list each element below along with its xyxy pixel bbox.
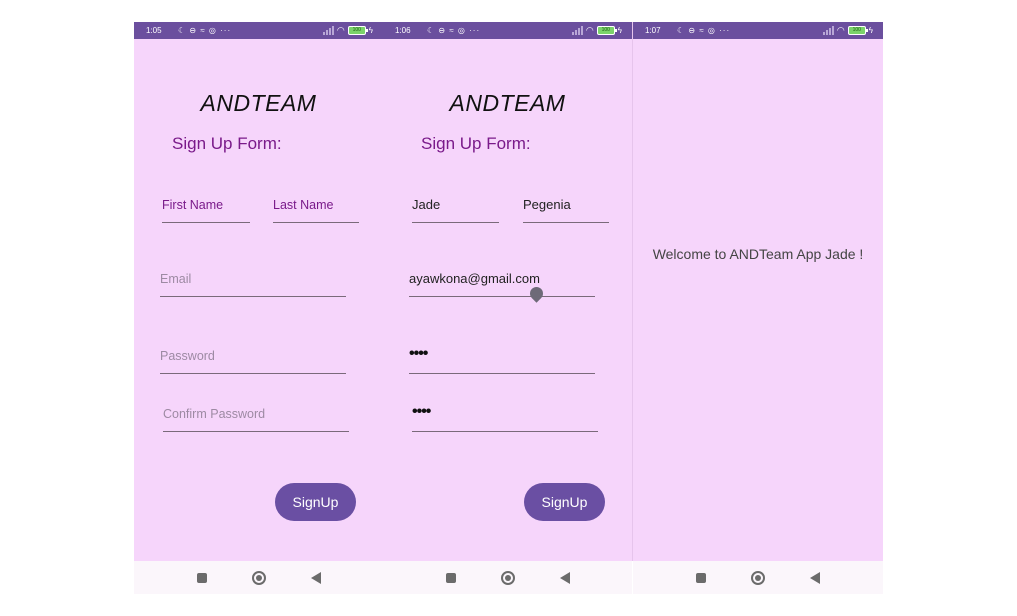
email-value: ayawkona@gmail.com xyxy=(409,271,540,286)
wifi-icon: ◠ xyxy=(585,25,594,35)
home-icon[interactable] xyxy=(252,571,266,585)
confirm-password-field[interactable]: •••• xyxy=(412,398,598,432)
status-bar: 1:06 ☾ ⊖ ≈ ◎ ··· ◠ 100 ϟ xyxy=(383,22,632,39)
first-name-field[interactable]: Jade xyxy=(412,190,499,223)
confirm-password-value: •••• xyxy=(412,403,431,420)
status-time: 1:07 xyxy=(645,26,661,35)
last-name-field[interactable]: Last Name xyxy=(273,190,359,223)
charging-icon: ϟ xyxy=(868,26,873,35)
battery-icon: 100 xyxy=(347,26,368,35)
phone-screen-signup-empty: 1:05 ☾ ⊖ ≈ ◎ ··· ◠ 100 ϟ ANDTEAM Sign Up… xyxy=(134,22,383,594)
notification-icons: ☾ ⊖ ≈ ◎ ··· xyxy=(677,26,731,35)
back-icon[interactable] xyxy=(560,572,570,584)
status-bar: 1:05 ☾ ⊖ ≈ ◎ ··· ◠ 100 ϟ xyxy=(134,22,383,39)
email-field[interactable]: Email xyxy=(160,262,346,297)
password-field[interactable]: •••• xyxy=(409,340,595,374)
notification-icons: ☾ ⊖ ≈ ◎ ··· xyxy=(427,26,481,35)
phone-screen-signup-filled: 1:06 ☾ ⊖ ≈ ◎ ··· ◠ 100 ϟ ANDTEAM Sign Up… xyxy=(383,22,632,594)
notification-icons: ☾ ⊖ ≈ ◎ ··· xyxy=(178,26,232,35)
recents-icon[interactable] xyxy=(696,573,706,583)
first-name-field[interactable]: First Name xyxy=(162,190,250,223)
status-right-group: ◠ 100 ϟ xyxy=(822,22,873,39)
back-icon[interactable] xyxy=(311,572,321,584)
email-hint: Email xyxy=(160,272,192,286)
charging-icon: ϟ xyxy=(368,26,373,35)
app-title: ANDTEAM xyxy=(449,90,566,116)
email-field[interactable]: ayawkona@gmail.com xyxy=(409,262,595,297)
confirm-password-field[interactable]: Confirm Password xyxy=(163,398,349,432)
phone-screen-welcome: 1:07 ☾ ⊖ ≈ ◎ ··· ◠ 100 ϟ Welcome to ANDT… xyxy=(633,22,883,594)
battery-icon: 100 xyxy=(596,26,617,35)
first-name-hint: First Name xyxy=(162,198,224,212)
recents-icon[interactable] xyxy=(446,573,456,583)
navigation-bar xyxy=(633,561,883,594)
signal-icon xyxy=(571,26,583,35)
last-name-field[interactable]: Pegenia xyxy=(523,190,609,223)
status-time: 1:05 xyxy=(146,26,162,35)
recents-icon[interactable] xyxy=(197,573,207,583)
navigation-bar xyxy=(383,561,632,594)
password-field[interactable]: Password xyxy=(160,340,346,374)
signal-icon xyxy=(322,26,334,35)
form-title: Sign Up Form: xyxy=(172,134,282,153)
battery-icon: 100 xyxy=(847,26,868,35)
app-title: ANDTEAM xyxy=(200,90,317,116)
password-value: •••• xyxy=(409,345,428,362)
last-name-value: Pegenia xyxy=(523,197,571,212)
signup-button[interactable]: SignUp xyxy=(524,483,605,521)
status-right-group: ◠ 100 ϟ xyxy=(322,22,373,39)
signal-icon xyxy=(822,26,834,35)
status-bar: 1:07 ☾ ⊖ ≈ ◎ ··· ◠ 100 ϟ xyxy=(633,22,883,39)
home-icon[interactable] xyxy=(501,571,515,585)
wifi-icon: ◠ xyxy=(336,25,345,35)
form-title: Sign Up Form: xyxy=(421,134,531,153)
status-right-group: ◠ 100 ϟ xyxy=(571,22,622,39)
status-time: 1:06 xyxy=(395,26,411,35)
password-hint: Password xyxy=(160,349,215,363)
back-icon[interactable] xyxy=(810,572,820,584)
confirm-password-hint: Confirm Password xyxy=(163,407,266,421)
home-icon[interactable] xyxy=(751,571,765,585)
last-name-hint: Last Name xyxy=(273,198,334,212)
navigation-bar xyxy=(134,561,383,594)
first-name-value: Jade xyxy=(412,197,441,212)
welcome-message: Welcome to ANDTeam App Jade ! xyxy=(652,246,864,262)
signup-button[interactable]: SignUp xyxy=(275,483,356,521)
charging-icon: ϟ xyxy=(617,26,622,35)
wifi-icon: ◠ xyxy=(836,25,845,35)
